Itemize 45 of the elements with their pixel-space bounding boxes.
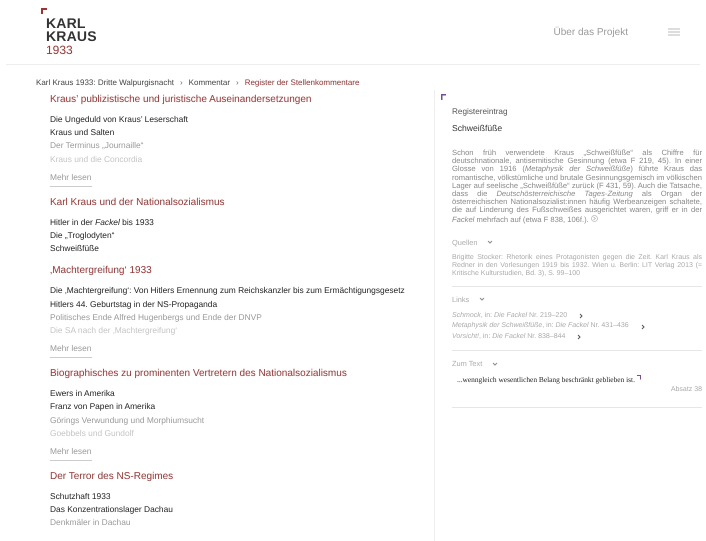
read-more-link[interactable]: Mehr lesen [50,172,92,187]
commentary-link[interactable]: Politisches Ende Alfred Hugenbergs und Ende der DNVP [50,310,434,324]
breadcrumb-separator: › [180,78,183,87]
nav-link[interactable]: Über das Projekt [554,26,628,38]
chevron-down-icon [479,297,486,302]
entry-title: Schweißfüße [452,123,504,133]
commentary-link[interactable]: Ewers in Amerika [50,387,434,400]
commentary-link[interactable]: Die SA nach der ‚Machtergreifung‘ [50,324,434,338]
commentary-link[interactable]: Görings Verwundung und Morphiumsucht [50,414,434,427]
commentary-link[interactable]: Schutzhaft 1933 [50,490,434,504]
logo[interactable]: KARL KRAUS 1933 [41,8,97,56]
chevron-down-icon [487,240,494,244]
corner-mark-icon [441,94,446,100]
entry-label: Registereintrag [452,106,509,116]
commentary-link[interactable]: Der Terminus „Journaille“ [50,139,434,153]
corner-mark-icon [636,375,641,380]
section-heading: ‚Machtergreifung‘ 1933 [50,264,153,278]
section-heading: Der Terror des NS-Regimes [50,470,174,484]
breadcrumb-link[interactable]: Register der Stellenkommentare [244,78,360,87]
breadcrumb-link[interactable]: Kommentar [188,78,230,87]
commentary-link[interactable]: Die Ungeduld von Kraus’ Leserschaft [50,113,434,126]
commentary-link[interactable]: Kraus und die Concordia [50,152,434,166]
breadcrumb-link[interactable]: Karl Kraus 1933: Dritte Walpurgisnacht [36,78,174,87]
commentary-link[interactable]: Das Konzentrationslager Dachau [50,503,434,516]
chevron-right-icon [579,313,584,320]
menu-icon[interactable] [668,28,680,36]
chevron-right-icon [577,334,582,340]
chevron-down-icon [492,362,498,366]
commentary-link[interactable]: Schweißfüße [50,242,434,256]
arrow-circle-icon[interactable] [590,214,598,222]
commentary-link[interactable]: Denkmäler in Dachau [50,516,434,530]
commentary-link[interactable]: Die „Troglodyten“ [50,229,434,242]
chevron-right-icon [640,324,645,330]
read-more-link[interactable]: Mehr lesen [50,446,92,462]
commentary-link[interactable]: Hitlers 44. Geburtstag in der NS-Propaganda [50,298,434,311]
breadcrumb-separator: › [236,78,239,87]
commentary-link[interactable]: Goebbels und Gundolf [50,426,434,440]
commentary-link[interactable]: Kraus und Salten [50,126,434,140]
commentary-link[interactable]: Die ‚Machtergreifung‘: Von Hitlers Ernennung zum Reichskanzler bis zum Ermächtigungsgesetz [50,284,434,298]
section-heading: Kraus’ publizistische und juristische Auseinandersetzungen [50,93,312,106]
section-heading: Karl Kraus und der Nationalsozialismus [50,196,226,209]
commentary-link[interactable]: Hitler in der Fackel bis 1933 [50,216,434,230]
read-more-link[interactable]: Mehr lesen [50,343,92,358]
section-heading: Biographisches zu prominenten Vertretern des Nationalsozialismus [50,367,348,380]
commentary-link[interactable]: Franz von Papen in Amerika [50,400,434,414]
